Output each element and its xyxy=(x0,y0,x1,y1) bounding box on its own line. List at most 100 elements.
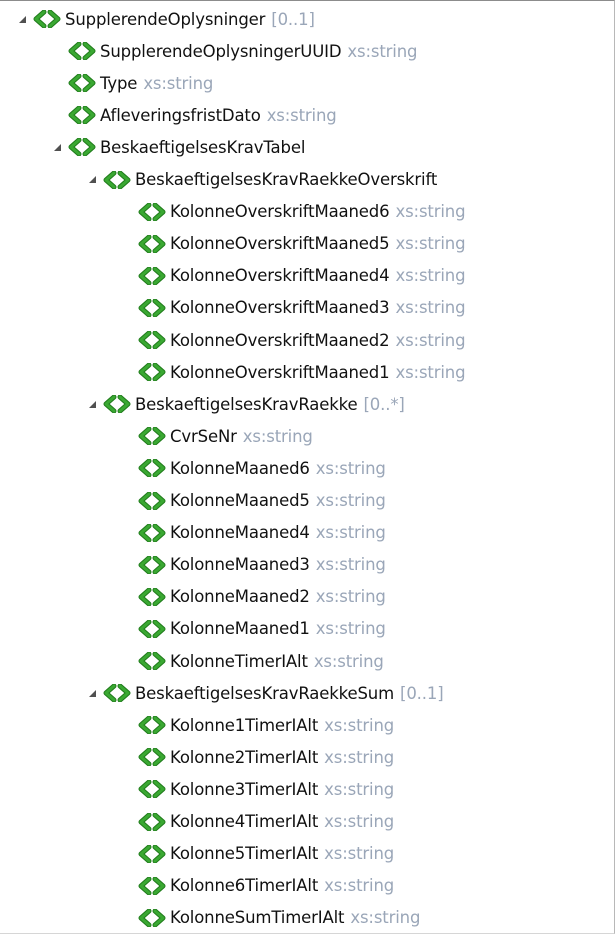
tree-node[interactable]: BeskaeftigelsesKravRaekkeSum [0..1] xyxy=(86,678,444,708)
tree-node[interactable]: AfleveringsfristDato xs:string xyxy=(51,100,337,130)
element-icon xyxy=(137,458,170,478)
collapse-triangle-icon xyxy=(88,400,96,408)
expand-toggle-icon[interactable] xyxy=(86,678,98,708)
tree-node[interactable]: KolonneMaaned3 xs:string xyxy=(121,550,386,580)
tree-node[interactable]: Kolonne4TimerIAlt xs:string xyxy=(121,807,394,837)
element-icon xyxy=(137,234,170,254)
element-icon xyxy=(137,715,170,735)
tree-node[interactable]: KolonneOverskriftMaaned3 xs:string xyxy=(121,293,466,323)
element-icon xyxy=(67,73,100,93)
node-name: KolonneOverskriftMaaned1 xyxy=(170,362,390,382)
node-name: KolonneMaaned6 xyxy=(170,458,310,478)
node-type: xs:string xyxy=(315,587,386,607)
expand-toggle-icon[interactable] xyxy=(51,132,63,162)
element-icon xyxy=(102,170,135,190)
expand-toggle-icon[interactable] xyxy=(86,165,98,195)
node-name: KolonneOverskriftMaaned2 xyxy=(170,330,390,350)
tree-node[interactable]: KolonneMaaned1 xs:string xyxy=(121,614,386,644)
node-type: xs:string xyxy=(347,41,418,61)
node-type: xs:string xyxy=(242,426,313,446)
schema-tree: SupplerendeOplysninger [0..1] SupplerendeO… xyxy=(0,1,614,933)
tree-node[interactable]: KolonneOverskriftMaaned2 xs:string xyxy=(121,325,466,355)
tree-node[interactable]: Kolonne5TimerIAlt xs:string xyxy=(121,839,394,869)
node-name: BeskaeftigelsesKravRaekkeSum xyxy=(135,683,395,703)
element-icon xyxy=(137,779,170,799)
node-name: KolonneOverskriftMaaned6 xyxy=(170,202,390,222)
collapse-triangle-icon xyxy=(88,176,96,183)
node-name: KolonneMaaned2 xyxy=(170,587,310,607)
tree-node[interactable]: KolonneTimerIAlt xs:string xyxy=(121,646,384,676)
tree-node[interactable]: KolonneOverskriftMaaned1 xs:string xyxy=(121,357,466,387)
node-type: xs:string xyxy=(395,234,466,254)
node-type: [0..*] xyxy=(363,394,405,414)
element-icon xyxy=(67,41,100,61)
node-name: Kolonne6TimerIAlt xyxy=(170,876,319,896)
element-icon xyxy=(137,330,170,350)
tree-node[interactable]: Type xs:string xyxy=(51,68,213,98)
tree-node[interactable]: KolonneMaaned4 xs:string xyxy=(121,518,386,548)
tree-node[interactable]: SupplerendeOplysningerUUID xs:string xyxy=(51,36,418,66)
tree-node[interactable]: SupplerendeOplysninger [0..1] xyxy=(16,4,315,34)
node-name: Kolonne4TimerIAlt xyxy=(170,812,319,831)
node-name: SupplerendeOplysningerUUID xyxy=(100,41,342,61)
element-icon xyxy=(137,491,170,511)
element-icon xyxy=(102,683,135,703)
node-name: KolonneTimerIAlt xyxy=(170,651,308,671)
node-name: SupplerendeOplysninger xyxy=(65,9,266,29)
tree-node[interactable]: KolonneMaaned5 xs:string xyxy=(121,486,386,516)
node-name: AfleveringsfristDato xyxy=(100,105,261,125)
tree-node[interactable]: KolonneOverskriftMaaned5 xs:string xyxy=(121,229,466,259)
node-name: Kolonne2TimerIAlt xyxy=(170,747,319,767)
node-type: xs:string xyxy=(395,266,466,286)
node-name: KolonneOverskriftMaaned5 xyxy=(170,234,390,254)
element-icon xyxy=(137,651,170,671)
expand-toggle-icon[interactable] xyxy=(16,4,28,34)
collapse-triangle-icon xyxy=(53,143,61,151)
expand-toggle-icon[interactable] xyxy=(86,389,98,419)
tree-node[interactable]: Kolonne1TimerIAlt xs:string xyxy=(121,710,394,740)
tree-node[interactable]: KolonneOverskriftMaaned6 xs:string xyxy=(121,197,466,227)
element-icon xyxy=(67,137,100,157)
element-icon xyxy=(137,812,170,832)
node-name: BeskaeftigelsesKravTabel xyxy=(100,137,306,157)
tree-node[interactable]: Kolonne3TimerIAlt xs:string xyxy=(121,774,394,804)
node-type: xs:string xyxy=(315,491,386,510)
tree-node[interactable]: CvrSeNr xs:string xyxy=(121,421,313,451)
tree-node[interactable]: KolonneSumTimerIAlt xs:string xyxy=(121,903,420,933)
tree-node[interactable]: KolonneMaaned6 xs:string xyxy=(121,453,386,483)
node-name: KolonneOverskriftMaaned3 xyxy=(170,298,390,318)
node-name: Kolonne5TimerIAlt xyxy=(170,844,319,864)
element-icon xyxy=(137,619,170,639)
node-name: KolonneOverskriftMaaned4 xyxy=(170,266,390,286)
node-type: xs:string xyxy=(350,908,421,928)
tree-node[interactable]: KolonneOverskriftMaaned4 xs:string xyxy=(121,261,466,291)
node-type: xs:string xyxy=(324,779,395,799)
node-type: xs:string xyxy=(315,458,386,478)
element-icon xyxy=(67,105,100,125)
element-icon xyxy=(137,298,170,318)
tree-node[interactable]: BeskaeftigelsesKravTabel xyxy=(51,132,305,162)
element-icon xyxy=(137,266,170,286)
tree-node[interactable]: KolonneMaaned2 xs:string xyxy=(121,582,386,612)
node-type: xs:string xyxy=(315,555,386,575)
node-name: KolonneMaaned3 xyxy=(170,555,310,575)
node-name: KolonneMaaned4 xyxy=(170,523,310,543)
collapse-triangle-icon xyxy=(18,15,26,23)
element-icon xyxy=(137,426,170,446)
element-icon xyxy=(137,362,170,382)
tree-node[interactable]: Kolonne6TimerIAlt xs:string xyxy=(121,871,394,901)
tree-node[interactable]: BeskaeftigelsesKravRaekke [0..*] xyxy=(86,389,405,419)
node-type: [0..1] xyxy=(400,683,444,703)
collapse-triangle-icon xyxy=(88,689,96,697)
node-name: CvrSeNr xyxy=(170,426,237,446)
element-icon xyxy=(137,876,170,896)
node-name: BeskaeftigelsesKravRaekkeOverskrift xyxy=(135,170,438,189)
tree-node[interactable]: Kolonne2TimerIAlt xs:string xyxy=(121,742,394,772)
node-name: Kolonne1TimerIAlt xyxy=(170,715,319,735)
node-type: xs:string xyxy=(324,876,395,896)
node-name: KolonneMaaned1 xyxy=(170,619,310,639)
node-name: KolonneSumTimerIAlt xyxy=(170,908,345,928)
node-type: xs:string xyxy=(324,747,395,767)
tree-node[interactable]: BeskaeftigelsesKravRaekkeOverskrift xyxy=(86,165,437,195)
node-type: xs:string xyxy=(315,523,386,543)
